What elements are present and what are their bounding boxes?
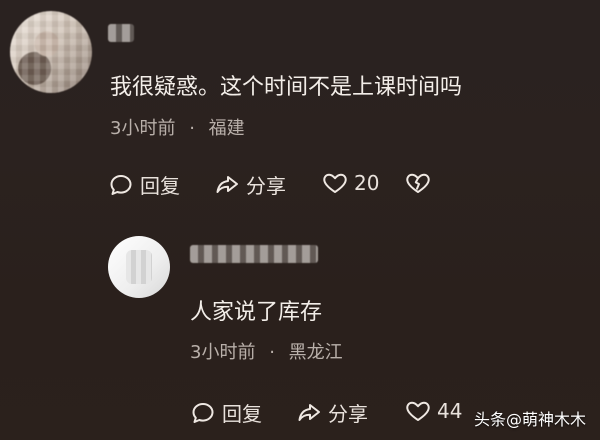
reply-time: 3小时前 <box>190 342 256 363</box>
reply-meta: 3小时前 · 黑龙江 <box>190 338 343 364</box>
comment-meta: 3小时前 · 福建 <box>110 114 245 140</box>
share-label: 分享 <box>246 174 286 198</box>
reply-username-blurred[interactable] <box>190 245 318 263</box>
reply-button[interactable]: 回复 <box>108 170 180 199</box>
heart-icon <box>405 398 431 424</box>
reply-label: 回复 <box>140 174 180 198</box>
comment-text: 我很疑惑。这个时间不是上课时间吗 <box>110 75 463 100</box>
share-button[interactable]: 分享 <box>214 170 286 199</box>
reply-share-button[interactable]: 分享 <box>296 398 368 427</box>
reply-bubble-icon <box>190 400 216 426</box>
reply-reply-button[interactable]: 回复 <box>190 398 262 427</box>
dislike-button[interactable] <box>405 170 431 196</box>
broken-heart-icon <box>405 170 431 196</box>
share-arrow-icon <box>296 400 322 426</box>
heart-icon <box>322 170 348 196</box>
like-count: 20 <box>354 171 380 195</box>
share-arrow-icon <box>214 172 240 198</box>
username-blurred[interactable] <box>108 24 134 42</box>
reply-like-button[interactable]: 44 <box>405 398 462 424</box>
reply-bubble-icon <box>108 172 134 198</box>
meta-separator: · <box>269 342 275 363</box>
watermark: 头条@萌神木木 <box>473 410 586 429</box>
share-label: 分享 <box>328 402 368 426</box>
reply-text: 人家说了库存 <box>190 300 323 325</box>
meta-separator: · <box>189 118 195 139</box>
like-button[interactable]: 20 <box>322 170 379 196</box>
comment-time: 3小时前 <box>110 118 176 139</box>
comment-location: 福建 <box>208 118 245 139</box>
reply-label: 回复 <box>222 402 262 426</box>
like-count: 44 <box>437 399 463 423</box>
reply-location: 黑龙江 <box>288 342 343 363</box>
avatar[interactable] <box>10 11 92 93</box>
reply-avatar[interactable] <box>108 236 170 298</box>
